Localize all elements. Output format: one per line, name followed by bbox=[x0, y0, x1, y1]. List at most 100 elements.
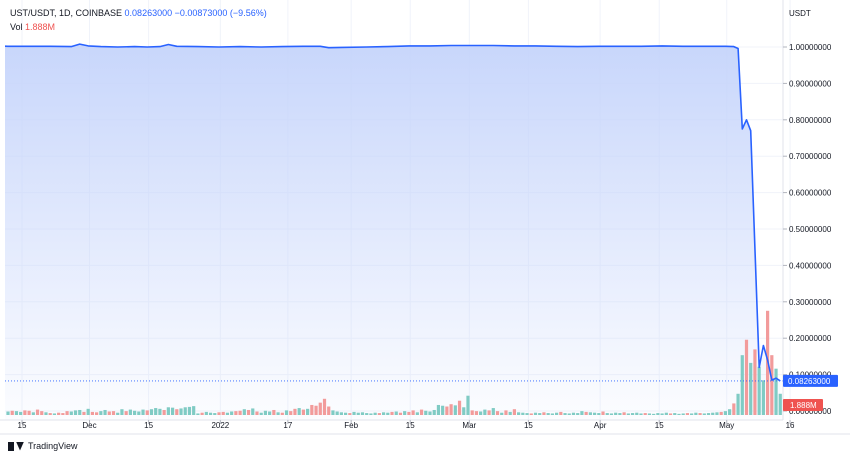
x-axis[interactable]: 15 Dec 15 2022 17 Feb 15 Mar 15 Apr 15 May 16 bbox=[18, 420, 795, 430]
volume-bar bbox=[196, 413, 200, 415]
volume-bar bbox=[778, 393, 782, 415]
volume-bar bbox=[259, 412, 263, 415]
volume-bar bbox=[449, 404, 453, 415]
last-volume-label: 1.888M bbox=[790, 401, 817, 410]
volume-bar bbox=[597, 413, 601, 415]
legend-change: −0.00873000 (−9.56%) bbox=[174, 8, 267, 18]
volume-bar bbox=[736, 393, 740, 415]
volume-bar bbox=[656, 413, 660, 415]
last-price-tag: 0.08263000 bbox=[783, 374, 838, 387]
volume-bar bbox=[234, 411, 238, 415]
volume-bar bbox=[639, 413, 643, 415]
volume-bar bbox=[19, 411, 23, 415]
volume-bar bbox=[57, 412, 61, 415]
volume-bar bbox=[605, 413, 609, 415]
volume-bar bbox=[314, 405, 318, 415]
volume-bar bbox=[479, 411, 483, 415]
volume-bar bbox=[348, 413, 352, 415]
volume-legend: Vol 1.888M bbox=[10, 22, 55, 32]
brand-name: TradingView bbox=[28, 441, 78, 451]
volume-bar bbox=[293, 408, 297, 415]
x-tick-label: Feb bbox=[344, 421, 358, 430]
volume-bar bbox=[373, 412, 377, 415]
volume-bar bbox=[512, 409, 516, 415]
volume-bar bbox=[457, 400, 462, 415]
volume-bar bbox=[517, 412, 521, 415]
volume-bar bbox=[715, 412, 719, 415]
volume-bar bbox=[652, 413, 656, 415]
volume-bar bbox=[483, 409, 487, 415]
volume-bar bbox=[107, 411, 111, 415]
volume-bar bbox=[533, 412, 538, 415]
volume-bar bbox=[419, 409, 424, 415]
volume-bar bbox=[217, 412, 221, 415]
volume-bar bbox=[175, 409, 179, 415]
volume-bar bbox=[145, 410, 149, 415]
y-tick-label: 0.80000000 bbox=[789, 116, 832, 125]
volume-bar bbox=[69, 411, 73, 415]
volume-bar bbox=[154, 408, 158, 415]
volume-bar bbox=[268, 411, 272, 415]
volume-bar bbox=[474, 411, 479, 415]
volume-bar bbox=[673, 413, 677, 415]
volume-bar bbox=[394, 411, 398, 415]
volume-bar bbox=[377, 413, 381, 415]
volume-bar bbox=[681, 413, 685, 415]
symbol-name[interactable]: UST/USDT, 1D, COINBASE bbox=[10, 8, 122, 18]
volume-bar bbox=[580, 411, 584, 415]
volume-bar bbox=[466, 395, 470, 415]
volume-bar bbox=[284, 410, 289, 415]
volume-bar bbox=[280, 412, 284, 415]
volume-bar bbox=[584, 411, 588, 415]
volume-bar bbox=[403, 411, 407, 415]
volume-bar bbox=[732, 403, 736, 415]
volume-label[interactable]: Vol bbox=[10, 22, 23, 32]
volume-bar bbox=[310, 404, 314, 415]
volume-bar bbox=[542, 412, 546, 415]
volume-bar bbox=[73, 410, 78, 415]
volume-bar bbox=[242, 409, 246, 415]
volume-bar bbox=[749, 362, 753, 415]
volume-bar bbox=[90, 411, 94, 415]
x-tick-label: 15 bbox=[655, 421, 664, 430]
volume-bar bbox=[179, 408, 183, 415]
volume-bar bbox=[525, 413, 529, 415]
tradingview-brand[interactable]: TradingView bbox=[8, 441, 78, 451]
volume-bar bbox=[774, 368, 778, 415]
volume-bar bbox=[770, 355, 774, 415]
volume-bar bbox=[744, 339, 749, 415]
volume-bar bbox=[192, 406, 196, 415]
price-area bbox=[5, 44, 781, 420]
volume-bar bbox=[263, 410, 268, 415]
volume-bar bbox=[335, 411, 339, 415]
volume-bar bbox=[213, 413, 217, 415]
volume-bar bbox=[352, 411, 356, 415]
volume-bar bbox=[246, 409, 251, 415]
volume-bar bbox=[166, 407, 170, 415]
volume-bar bbox=[86, 408, 90, 415]
volume-bar bbox=[432, 409, 436, 415]
x-tick-label: 15 bbox=[144, 421, 153, 430]
volume-bar bbox=[424, 410, 428, 415]
price-chart[interactable]: USDT 1.00000000 0.90000000 0.80000000 0.700… bbox=[0, 0, 850, 456]
volume-bar bbox=[200, 412, 204, 415]
x-tick-label: Mar bbox=[462, 421, 476, 430]
volume-bar bbox=[322, 398, 327, 415]
last-volume-tag: 1.888M bbox=[783, 399, 823, 411]
volume-bar bbox=[297, 408, 301, 415]
volume-bar bbox=[630, 413, 635, 415]
volume-bar bbox=[618, 413, 622, 415]
volume-bar bbox=[360, 412, 365, 415]
volume-bar bbox=[635, 412, 639, 415]
volume-bar bbox=[10, 410, 14, 415]
volume-bar bbox=[381, 412, 386, 415]
legend-price: 0.08263000 bbox=[124, 8, 173, 18]
volume-bar bbox=[407, 411, 411, 415]
volume-bar bbox=[82, 411, 86, 415]
volume-bar bbox=[470, 410, 474, 415]
volume-bar bbox=[685, 413, 690, 415]
volume-bar bbox=[318, 402, 322, 415]
volume-bar bbox=[124, 411, 128, 415]
volume-bar bbox=[588, 412, 592, 415]
x-tick-label: 15 bbox=[18, 421, 27, 430]
